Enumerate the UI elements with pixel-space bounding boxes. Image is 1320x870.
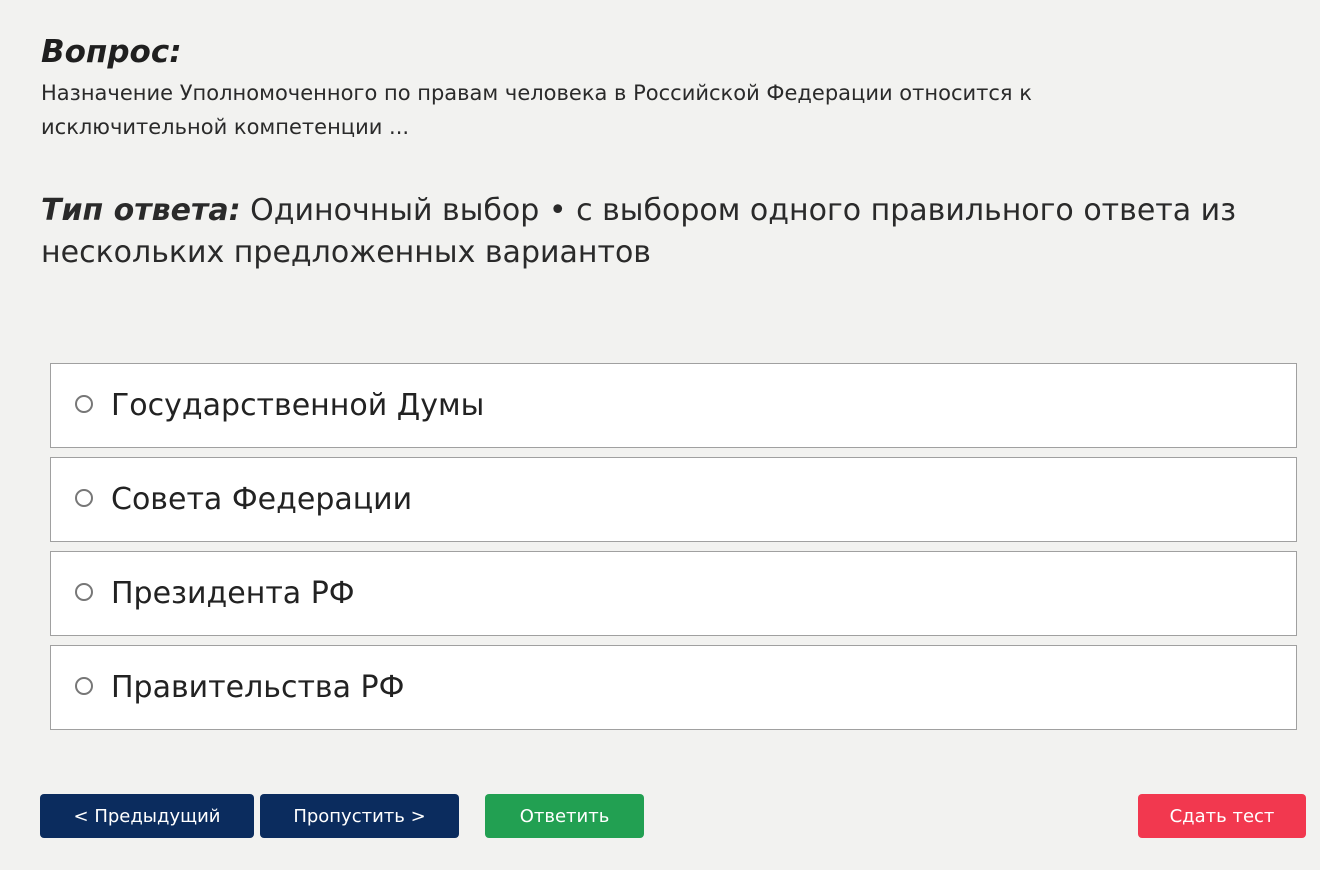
previous-button[interactable]: < Предыдущий xyxy=(40,794,254,838)
answer-type: Тип ответа: Одиночный выбор • с выбором … xyxy=(41,190,1271,274)
answer-option-label: Государственной Думы xyxy=(111,387,485,423)
radio-button[interactable] xyxy=(75,676,93,695)
answer-options: Государственной Думы Совета Федерации Пр… xyxy=(50,363,1297,739)
radio-button[interactable] xyxy=(75,488,93,507)
radio-button[interactable] xyxy=(75,394,93,413)
answer-option-label: Правительства РФ xyxy=(111,669,405,705)
answer-option[interactable]: Правительства РФ xyxy=(50,645,1297,730)
answer-type-label: Тип ответа: xyxy=(41,193,241,228)
submit-test-button[interactable]: Сдать тест xyxy=(1138,794,1306,838)
answer-button[interactable]: Ответить xyxy=(485,794,644,838)
answer-option-label: Президента РФ xyxy=(111,575,355,611)
answer-option[interactable]: Президента РФ xyxy=(50,551,1297,636)
question-block: Вопрос: Назначение Уполномоченного по пр… xyxy=(41,32,1281,144)
answer-option[interactable]: Государственной Думы xyxy=(50,363,1297,448)
question-heading: Вопрос: xyxy=(41,34,182,70)
answer-option-label: Совета Федерации xyxy=(111,481,413,517)
answer-option[interactable]: Совета Федерации xyxy=(50,457,1297,542)
question-text: Назначение Уполномоченного по правам чел… xyxy=(41,81,1032,139)
skip-button[interactable]: Пропустить > xyxy=(260,794,459,838)
radio-button[interactable] xyxy=(75,582,93,601)
